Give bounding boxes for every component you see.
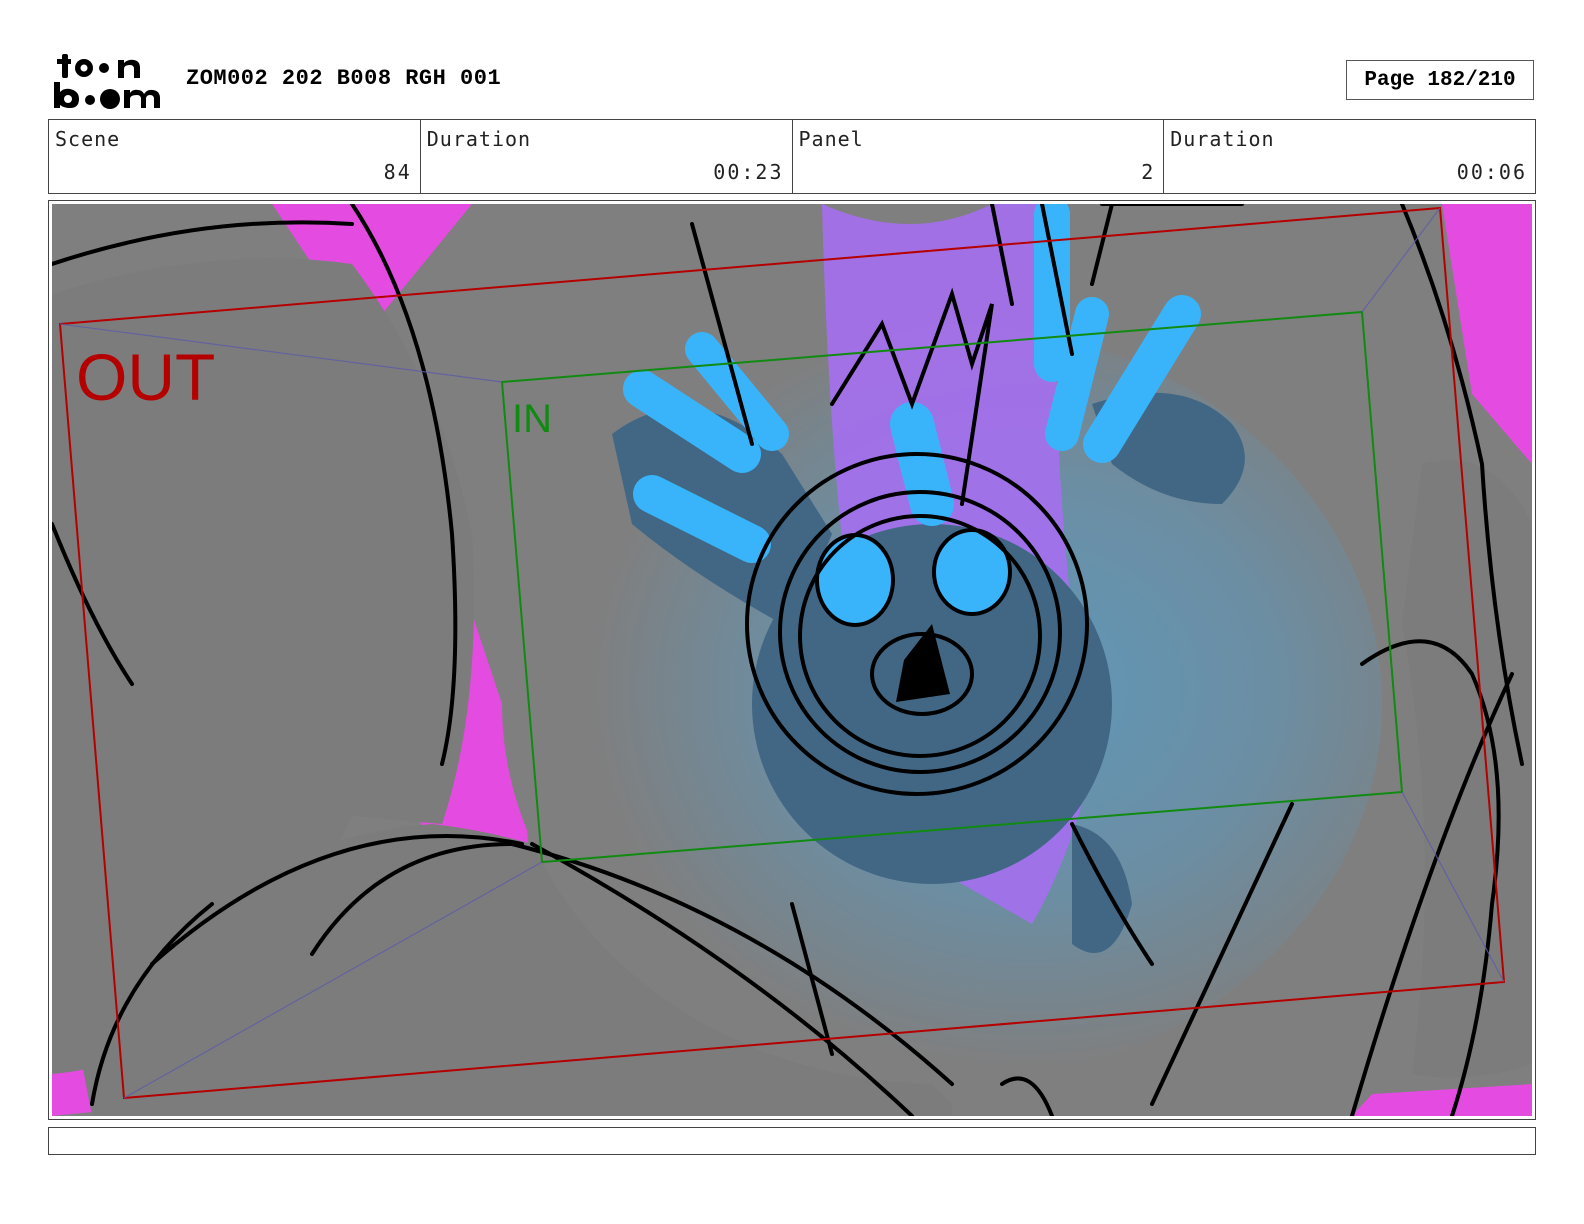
panel-duration-value: 00:06 — [1456, 160, 1527, 184]
panel-info-table: Scene 84 Duration 00:23 Panel 2 Duration… — [48, 119, 1536, 194]
panel-number: 2 — [1141, 160, 1156, 184]
scene-number: 84 — [383, 160, 412, 184]
panel-label: Panel — [798, 127, 864, 151]
caption-box — [48, 1127, 1536, 1155]
page-number: Page 182/210 — [1346, 60, 1534, 100]
scene-duration-cell: Duration 00:23 — [421, 120, 793, 193]
scene-duration-label: Duration — [426, 127, 532, 151]
panel-duration-label: Duration — [1170, 127, 1275, 151]
out-label: OUT — [76, 340, 215, 414]
scene-duration-value: 00:23 — [713, 160, 784, 184]
toonboom-logo — [52, 50, 164, 112]
scene-label: Scene — [55, 127, 121, 151]
panel-duration-cell: Duration 00:06 — [1164, 120, 1535, 193]
scene-cell: Scene 84 — [49, 120, 421, 193]
in-label: IN — [512, 397, 552, 441]
panel-cell: Panel 2 — [793, 120, 1165, 193]
storyboard-panel-image: OUT IN — [52, 204, 1532, 1116]
project-title: ZOM002 202 B008 RGH 001 — [186, 66, 502, 91]
